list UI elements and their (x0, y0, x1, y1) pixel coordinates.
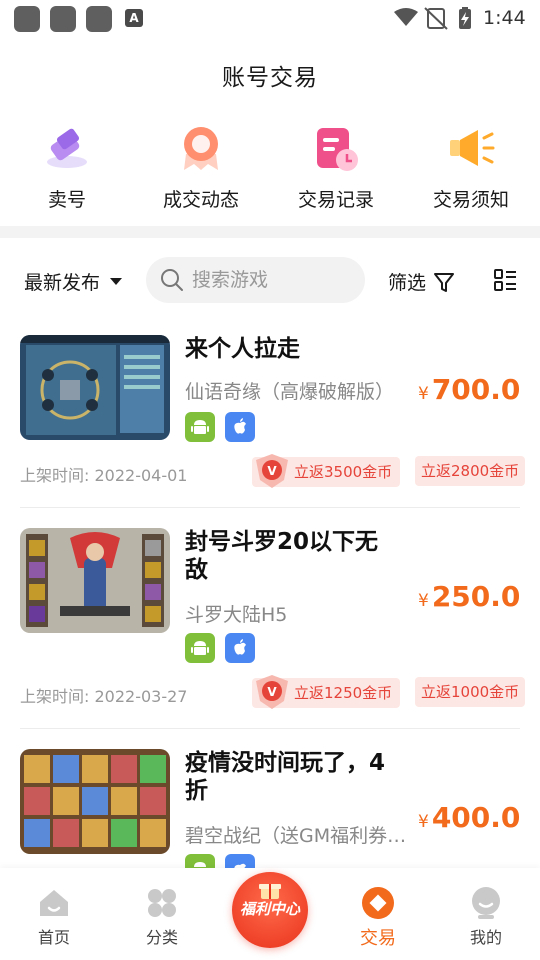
trade-icon (362, 887, 394, 919)
notification-icon (14, 6, 40, 32)
a-notification-icon: A (125, 9, 143, 27)
notification-icon (50, 6, 76, 32)
filter-button[interactable]: 筛选 (388, 268, 456, 295)
caret-down-icon (110, 278, 123, 285)
game-screenshot-thumbnail (20, 528, 170, 633)
status-icons (394, 7, 471, 30)
price-value: 700.0 (431, 373, 521, 406)
search-bar[interactable] (146, 257, 365, 303)
vip-medal-icon: V (256, 454, 288, 488)
filter-label: 筛选 (388, 272, 427, 294)
game-screenshot-thumbnail (20, 749, 170, 854)
nav-trade[interactable]: 交易 (338, 886, 418, 950)
quick-trade-record-button[interactable]: 交易记录 (276, 124, 396, 212)
gift-icon (259, 884, 281, 899)
currency-symbol: ¥ (418, 812, 429, 832)
game-screenshot-thumbnail (20, 335, 170, 440)
currency-symbol: ¥ (418, 591, 429, 611)
nav-trade-label: 交易 (360, 928, 396, 949)
apple-icon (225, 633, 255, 663)
welfare-center-label: 福利中心 (239, 900, 300, 918)
vip-rebate-badge: V 立返1250金币 (252, 675, 401, 709)
vip-rebate-badge: V 立返3500金币 (252, 454, 401, 488)
listing-game-name: 仙语奇缘（高爆破解版） (185, 381, 395, 403)
listing-price: ¥250.0 (418, 580, 520, 613)
section-divider (0, 226, 540, 238)
nav-mine[interactable]: 我的 (446, 886, 526, 948)
quick-deal-activity-button[interactable]: 成交动态 (141, 124, 261, 212)
nav-home-label: 首页 (37, 928, 70, 947)
listing-title: 疫情没时间玩了，4折 (185, 750, 386, 804)
listing-game-name: 斗罗大陆H5 (185, 604, 288, 626)
clock: 1:44 (483, 7, 526, 29)
listing-title: 来个人拉走 (185, 336, 300, 362)
trade-record-icon (317, 128, 358, 171)
listing-date: 上架时间: 2022-03-27 (20, 687, 188, 706)
search-icon (161, 269, 183, 291)
sort-label: 最新发布 (24, 272, 101, 294)
status-bar: A 1:44 (0, 0, 540, 38)
quick-trade-notice-button[interactable]: 交易须知 (411, 124, 531, 212)
funnel-icon (434, 272, 455, 292)
platform-badges (185, 412, 255, 442)
android-icon (185, 412, 215, 442)
sort-dropdown[interactable]: 最新发布 (24, 268, 123, 295)
sell-tag-icon (47, 128, 87, 168)
nav-mine-label: 我的 (469, 928, 502, 947)
price-value: 400.0 (431, 801, 521, 834)
svg-text:V: V (267, 464, 277, 478)
quick-trade-notice-label: 交易须知 (432, 189, 509, 211)
apple-icon (225, 412, 255, 442)
wifi-icon (394, 8, 418, 26)
nav-category[interactable]: 分类 (122, 886, 202, 948)
welfare-center-button[interactable]: 福利中心 (224, 860, 316, 952)
vip-medal-icon: V (256, 675, 288, 709)
quick-deal-activity-label: 成交动态 (162, 189, 239, 211)
currency-symbol: ¥ (418, 384, 429, 404)
platform-badges (185, 633, 255, 663)
nav-category-label: 分类 (145, 928, 178, 947)
price-value: 250.0 (431, 580, 521, 613)
no-sim-icon (424, 7, 448, 30)
list-view-icon[interactable] (493, 268, 517, 292)
android-icon (185, 633, 215, 663)
quick-sell-button[interactable]: 卖号 (7, 124, 127, 212)
listing-date: 上架时间: 2022-04-01 (20, 466, 188, 485)
svg-text:V: V (267, 685, 277, 699)
rebate-badge: 立返1000金币 (415, 677, 526, 707)
listing-price: ¥400.0 (418, 801, 520, 834)
quick-trade-record-label: 交易记录 (297, 189, 374, 211)
nav-home[interactable]: 首页 (14, 886, 94, 948)
search-input[interactable] (192, 269, 352, 291)
battery-charging-icon (459, 7, 471, 29)
trade-notice-icon (450, 130, 495, 166)
listing-price: ¥700.0 (418, 373, 520, 406)
quick-sell-label: 卖号 (47, 189, 86, 211)
notification-icon (86, 6, 112, 32)
category-icon (148, 889, 176, 917)
rebate-badge: 立返2800金币 (415, 456, 526, 486)
listing-title: 封号斗罗20以下无敌 (185, 529, 379, 583)
card-divider (20, 507, 520, 508)
profile-icon (472, 887, 500, 919)
bottom-navigation: 首页 分类 福利中心 交易 我的 (0, 860, 540, 960)
page-title: 账号交易 (222, 65, 318, 91)
deal-activity-icon (184, 127, 218, 170)
card-divider (20, 728, 520, 729)
home-icon (40, 890, 68, 916)
listing-game-name: 碧空战纪（送GM福利券… (185, 825, 407, 847)
